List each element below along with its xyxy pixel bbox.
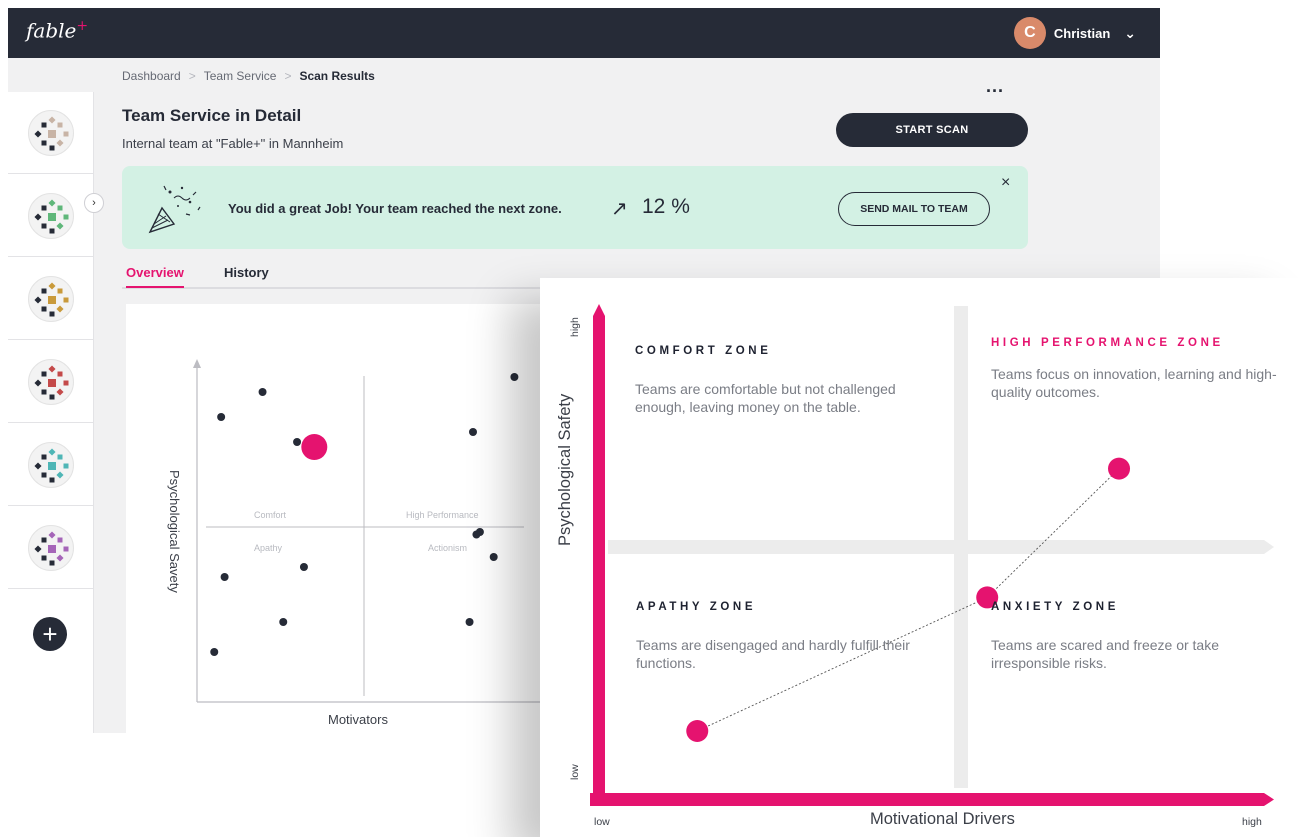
more-options-button[interactable]: ... <box>986 76 1004 97</box>
scatter-point[interactable] <box>465 618 474 626</box>
y-tick-high: high <box>569 317 581 337</box>
scatter-point[interactable] <box>469 428 477 436</box>
team-pattern-3-icon <box>28 275 74 322</box>
zone-title-comfort: COMFORT ZONE <box>635 345 772 357</box>
sidebar-team-item[interactable] <box>8 507 94 589</box>
breadcrumb-item[interactable]: Dashboard <box>122 69 181 83</box>
trend-value: 12 % <box>642 195 690 218</box>
zone-desc-high-performance: Teams focus on innovation, learning and … <box>991 366 1277 400</box>
page-title: Team Service in Detail <box>122 106 302 125</box>
team-pattern-5-icon <box>28 441 74 488</box>
scatter-point[interactable] <box>220 573 229 581</box>
zone-desc-comfort: Teams are comfortable but not challenged… <box>635 381 896 415</box>
y-axis-bar <box>593 316 605 794</box>
x-axis-bar <box>590 793 1264 806</box>
expand-sidebar-button[interactable]: › <box>84 193 104 213</box>
sidebar-team-item[interactable] <box>8 341 94 423</box>
user-menu[interactable]: C Christian ⌄ <box>1013 17 1136 49</box>
quadrant-label-comfort: Comfort <box>254 510 287 520</box>
zone-desc-anxiety: Teams are scared and freeze or take irre… <box>991 637 1220 671</box>
team-progress-line <box>697 468 1120 732</box>
quadrant-label-apathy: Apathy <box>254 543 283 553</box>
breadcrumb: Dashboard > Team Service > Scan Results <box>122 69 375 83</box>
chevron-right-icon: › <box>92 197 96 209</box>
scatter-point[interactable] <box>217 413 226 421</box>
add-team-button[interactable]: + <box>33 617 67 651</box>
trend-up-icon: ↗ <box>611 198 628 220</box>
page-subtitle: Internal team at "Fable+" in Mannheim <box>122 136 344 151</box>
sidebar-team-item[interactable] <box>8 424 94 506</box>
chevron-down-icon[interactable]: ⌄ <box>1124 25 1136 42</box>
x-tick-low: low <box>594 816 610 828</box>
top-bar: fable+ C Christian ⌄ <box>8 8 1160 58</box>
scatter-point[interactable] <box>210 648 219 656</box>
start-scan-button[interactable]: START SCAN <box>836 113 1028 147</box>
breadcrumb-item[interactable]: Team Service <box>204 69 277 83</box>
zone-divider-arrow <box>1264 540 1274 554</box>
sidebar-team-item[interactable] <box>8 175 94 257</box>
team-pattern-4-icon <box>28 358 74 405</box>
quadrant-label-actionism: Actionism <box>428 543 467 553</box>
zone-matrix-chart <box>590 304 1274 806</box>
sidebar-team-item[interactable] <box>8 92 94 174</box>
tab-bar: Overview History <box>122 265 542 289</box>
tab-history[interactable]: History <box>224 265 269 286</box>
y-axis-arrow <box>193 359 201 368</box>
banner-message: You did a great Job! Your team reached t… <box>228 201 562 216</box>
plus-icon: + <box>42 619 58 649</box>
team-progress-point[interactable] <box>1108 457 1131 480</box>
zone-chart-card: COMFORT ZONE Teams are comfortable but n… <box>540 278 1299 837</box>
scatter-point[interactable] <box>293 438 302 446</box>
user-name[interactable]: Christian <box>1054 26 1110 41</box>
scatter-point[interactable] <box>489 553 498 561</box>
tab-overview[interactable]: Overview <box>126 265 184 288</box>
x-axis-arrow <box>1264 793 1274 806</box>
y-axis-title: Psychological Safety <box>556 393 574 546</box>
scatter-point[interactable] <box>279 618 288 626</box>
send-mail-button[interactable]: SEND MAIL TO TEAM <box>838 192 990 226</box>
zone-title-apathy: APATHY ZONE <box>636 601 757 613</box>
y-axis-arrow <box>593 304 605 316</box>
x-tick-high: high <box>1242 816 1262 828</box>
zone-title-high-performance: HIGH PERFORMANCE ZONE <box>991 337 1224 349</box>
team-pattern-2-icon <box>28 192 74 239</box>
quadrant-label-high-performance: High Performance <box>406 510 479 520</box>
x-axis-title: Motivators <box>328 712 388 727</box>
success-banner: You did a great Job! Your team reached t… <box>122 166 1028 249</box>
team-pattern-6-icon <box>28 524 74 571</box>
breadcrumb-separator-icon: > <box>188 69 196 83</box>
party-popper-icon <box>148 185 201 234</box>
zone-title-anxiety: ANXIETY ZONE <box>991 601 1119 613</box>
breadcrumb-current: Scan Results <box>299 69 375 83</box>
scatter-point[interactable] <box>299 563 308 571</box>
zone-divider-horizontal <box>608 540 1264 554</box>
scatter-point[interactable] <box>472 530 481 539</box>
app-logo[interactable]: fable+ <box>26 18 88 43</box>
overview-scatter-chart: Comfort High Performance Apathy Actionis… <box>167 359 546 727</box>
zone-desc-apathy: Teams are disengaged and hardly fulfill … <box>636 637 910 671</box>
team-progress-point[interactable] <box>686 719 709 742</box>
x-axis-title: Motivational Drivers <box>870 810 1015 828</box>
close-icon[interactable]: × <box>1001 174 1010 192</box>
current-team-point[interactable] <box>301 434 328 460</box>
scatter-point[interactable] <box>258 388 267 396</box>
avatar[interactable]: C <box>1013 17 1046 49</box>
team-pattern-1-icon <box>28 109 74 156</box>
overview-chart-card: Comfort High Performance Apathy Actionis… <box>126 304 566 733</box>
scatter-point[interactable] <box>510 373 519 381</box>
sidebar-team-item[interactable] <box>8 258 94 340</box>
breadcrumb-separator-icon: > <box>284 69 292 83</box>
y-axis-title: Psychological Savety <box>167 470 182 593</box>
y-tick-low: low <box>569 764 581 780</box>
